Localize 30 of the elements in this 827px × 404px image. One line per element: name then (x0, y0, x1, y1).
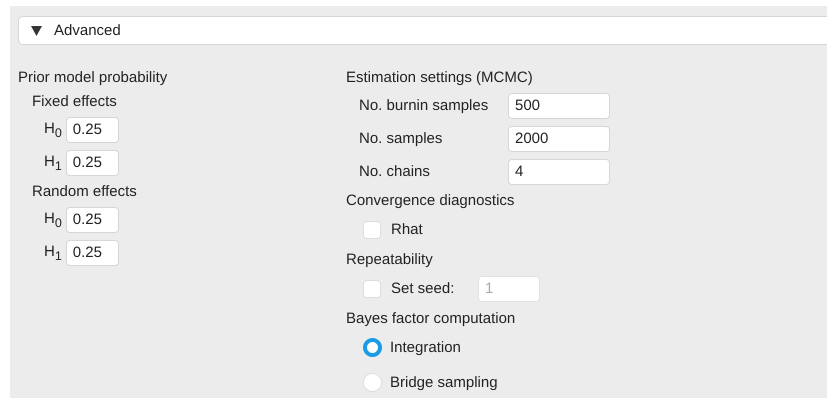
field-label: No. chains (359, 163, 431, 180)
input-field[interactable]: 0.25 (66, 206, 119, 232)
checkbox[interactable] (363, 220, 381, 238)
triangle-icon (31, 26, 42, 36)
input-field[interactable]: 0.25 (66, 240, 119, 266)
subgroup-title: Random effects (32, 182, 138, 202)
field-label: H$_{1}$ (44, 242, 62, 262)
input-field[interactable]: 2000 (508, 126, 610, 152)
subgroup-title: Fixed effects (32, 92, 118, 112)
group-title: Estimation settings (MCMC) (346, 68, 534, 88)
radio-button[interactable] (363, 338, 382, 357)
input-field[interactable]: 500 (508, 92, 610, 118)
field-label: H$_{0}$ (44, 120, 62, 140)
group-title: Repeatability (346, 250, 434, 270)
radio-label: Bridge sampling (390, 374, 498, 391)
input-field[interactable]: 0.25 (66, 150, 119, 176)
group-title: Convergence diagnostics (346, 190, 516, 210)
radio-label: Integration (390, 339, 461, 356)
input-field[interactable]: 0.25 (66, 116, 119, 142)
field-label: H$_{0}$ (44, 210, 62, 230)
group-title: Bayes factor computation (346, 308, 516, 328)
field-label: No. samples (359, 130, 444, 147)
group-title: Prior model probability (18, 68, 168, 88)
checkbox-label: Rhat (391, 221, 423, 238)
checkbox-label: Set seed: (391, 280, 456, 297)
field-label: H$_{1}$ (44, 152, 62, 172)
field-label: No. burnin samples (359, 97, 490, 114)
section-header[interactable]: Advanced (18, 16, 827, 45)
section-title: Advanced (54, 22, 121, 39)
input-field[interactable]: 4 (508, 158, 610, 184)
